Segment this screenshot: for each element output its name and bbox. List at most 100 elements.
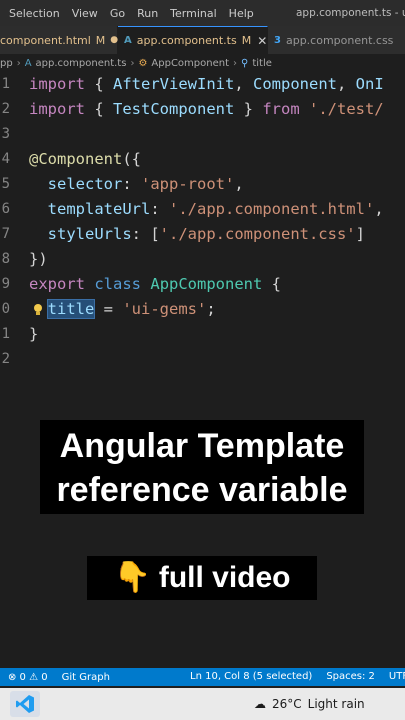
line-number: 2	[1, 101, 10, 117]
code-token: =	[94, 300, 123, 318]
menu-help[interactable]: Help	[223, 7, 260, 20]
tab-component-html[interactable]: component.html M ●	[0, 26, 118, 54]
unsaved-dot-icon: ●	[110, 35, 119, 45]
overlay-title-line2: reference variable	[56, 471, 348, 509]
line-number: 6	[1, 201, 10, 217]
line-number: 4	[1, 151, 10, 167]
weather-condition: Light rain	[307, 697, 365, 711]
temperature: 26°C	[272, 697, 302, 711]
menu-terminal[interactable]: Terminal	[164, 7, 223, 20]
code-token: templateUrl	[47, 200, 151, 218]
code-token: }	[29, 325, 39, 343]
cta-label: full video	[158, 561, 291, 594]
code-token: import	[29, 75, 85, 93]
tab-label: app.component.ts	[136, 34, 237, 47]
code-token: import	[29, 100, 85, 118]
code-token: {	[85, 100, 113, 118]
code-token: AfterViewInit	[113, 75, 235, 93]
selected-token: title	[46, 299, 96, 319]
code-line[interactable]: 6 templateUrl: './app.component.html',	[0, 197, 405, 222]
tab-label: component.html	[0, 33, 91, 47]
taskbar: ☁ 26°C Light rain	[0, 688, 405, 720]
chevron-right-icon: ›	[16, 57, 21, 69]
code-line[interactable]: 7 styleUrls: ['./app.component.css']	[0, 222, 405, 247]
code-token: OnI	[355, 75, 384, 93]
breadcrumb-folder[interactable]: pp	[0, 58, 13, 69]
code-token: './test/	[299, 100, 384, 118]
line-number: 3	[1, 126, 10, 142]
css-file-icon: 3	[274, 34, 281, 46]
encoding[interactable]: UTF-8	[389, 668, 405, 686]
code-content: selector: 'app-root',	[29, 172, 244, 197]
line-number: 1	[1, 326, 10, 342]
menu-bar: Selection View Go Run Terminal Help app.…	[0, 0, 405, 26]
code-token: })	[29, 250, 48, 268]
code-token: {	[262, 275, 282, 293]
breadcrumb: pp › A app.component.ts › ⚙ AppComponent…	[0, 54, 405, 72]
status-bar: ⊗ 0 ⚠ 0 Git Graph Ln 10, Col 8 (5 select…	[0, 668, 405, 686]
modified-badge: M	[95, 33, 106, 47]
tab-app-component-css[interactable]: 3 app.component.css	[268, 26, 405, 54]
code-token: ({	[122, 150, 142, 168]
angular-file-icon: A	[24, 57, 32, 69]
code-line[interactable]: 8})	[0, 247, 405, 272]
vscode-icon[interactable]	[10, 691, 40, 717]
breadcrumb-file[interactable]: app.component.ts	[36, 58, 127, 69]
code-token: TestComponent	[113, 100, 235, 118]
weather-widget[interactable]: ☁ 26°C Light rain	[254, 688, 365, 720]
video-title-overlay: Angular Template reference variable	[40, 420, 364, 514]
line-number: 9	[1, 276, 10, 292]
code-content: title = 'ui-gems';	[29, 297, 216, 322]
code-line[interactable]: 0 title = 'ui-gems';	[0, 297, 405, 322]
code-content: }	[29, 322, 38, 347]
line-number: 5	[1, 176, 10, 192]
window-title: app.component.ts - ui-gen	[296, 7, 405, 19]
cta-overlay: 👇 full video	[87, 556, 317, 600]
code-line[interactable]: 2	[0, 347, 405, 372]
code-token: ,	[337, 75, 356, 93]
code-line[interactable]: 1 import { AfterViewInit, Component, OnI	[0, 72, 405, 97]
code-line[interactable]: 2 import { TestComponent } from './test/	[0, 97, 405, 122]
code-token: :	[122, 175, 141, 193]
lightbulb-icon[interactable]	[33, 302, 43, 316]
code-token: 'ui-gems'	[122, 300, 207, 318]
problems-indicator[interactable]: ⊗ 0 ⚠ 0	[8, 672, 48, 683]
breadcrumb-property[interactable]: title	[252, 58, 272, 69]
tab-app-component-ts[interactable]: A app.component.ts M ✕	[118, 26, 268, 54]
code-token: 'app-root'	[141, 175, 235, 193]
code-token: from	[262, 100, 300, 118]
tab-label: app.component.css	[285, 33, 394, 47]
menu-go[interactable]: Go	[104, 7, 131, 20]
menu-view[interactable]: View	[66, 7, 104, 20]
code-token: './app.component.css'	[159, 225, 356, 243]
close-icon[interactable]: ✕	[257, 34, 267, 48]
cloud-rain-icon: ☁	[254, 697, 266, 711]
code-line[interactable]: 9 export class AppComponent {	[0, 272, 405, 297]
code-content: @Component({	[29, 147, 141, 172]
indentation[interactable]: Spaces: 2	[326, 668, 375, 686]
code-token: ,	[234, 175, 244, 193]
code-line[interactable]: 1}	[0, 322, 405, 347]
line-number: 8	[1, 251, 10, 267]
code-line[interactable]: 5 selector: 'app-root',	[0, 172, 405, 197]
code-line[interactable]: 3	[0, 122, 405, 147]
git-graph-button[interactable]: Git Graph	[62, 672, 110, 683]
menu-selection[interactable]: Selection	[0, 7, 66, 20]
modified-badge: M	[241, 34, 252, 47]
code-content: templateUrl: './app.component.html',	[29, 197, 384, 222]
code-line[interactable]: 4 @Component({	[0, 147, 405, 172]
menu-run[interactable]: Run	[131, 7, 164, 20]
code-token: class	[94, 275, 142, 293]
line-number: 1	[1, 76, 10, 92]
code-token: @	[29, 150, 39, 168]
breadcrumb-class[interactable]: AppComponent	[151, 58, 229, 69]
code-token: AppComponent	[150, 275, 263, 293]
code-content: import { AfterViewInit, Component, OnI	[29, 72, 384, 97]
code-token: :	[150, 200, 169, 218]
cursor-position[interactable]: Ln 10, Col 8 (5 selected)	[190, 668, 312, 686]
